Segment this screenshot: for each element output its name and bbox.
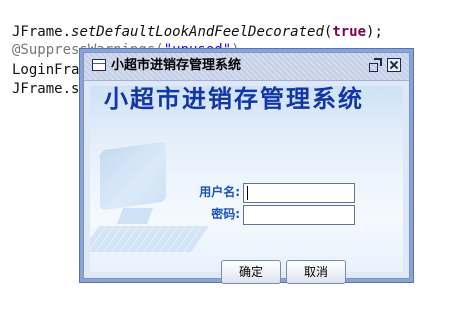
login-dialog: 小超市进销存管理系统 小超市进销存管理系统 用户名: 密码: 确定 取消 — [83, 52, 410, 284]
window-icon — [92, 59, 106, 71]
code-token-method: setDefaultLookAndFeelDecorated — [71, 24, 324, 40]
code-token: JFrame. — [12, 24, 72, 40]
code-token: ); — [366, 24, 383, 40]
code-line-login-frame: LoginFra — [12, 60, 79, 80]
cancel-button[interactable]: 取消 — [286, 260, 346, 284]
password-field[interactable] — [243, 205, 355, 225]
username-label: 用户名: — [199, 185, 240, 199]
code-line-previous — [12, 0, 29, 6]
ok-button[interactable]: 确定 — [221, 260, 281, 284]
title-bar[interactable]: 小超市进销存管理系统 — [84, 53, 409, 81]
code-line-set-default-look: JFrame.setDefaultLookAndFeelDecorated(tr… — [12, 22, 383, 42]
code-token-annotation: @Suppress — [12, 42, 88, 58]
window-title: 小超市进销存管理系统 — [111, 58, 242, 73]
code-token: LoginFra — [12, 62, 80, 78]
code-token-keyword: true — [332, 24, 367, 40]
close-icon[interactable] — [387, 58, 401, 72]
text-caret — [247, 186, 248, 200]
restore-icon[interactable] — [368, 58, 382, 72]
keyboard-illustration — [90, 226, 210, 252]
username-field[interactable] — [243, 183, 355, 203]
monitor-illustration — [100, 141, 166, 211]
app-heading: 小超市进销存管理系统 — [104, 84, 364, 113]
code-token: JFrame.s — [12, 81, 80, 97]
monitor-stand-illustration — [117, 208, 153, 224]
password-label: 密码: — [211, 207, 240, 221]
code-line-jframe-s: JFrame.s — [12, 79, 79, 99]
